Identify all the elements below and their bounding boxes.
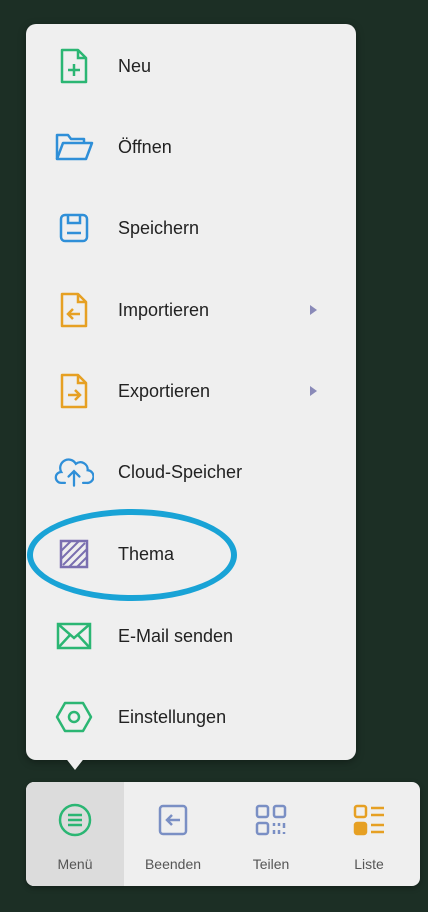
menu-item-cloud-storage[interactable]: Cloud-Speicher — [26, 437, 356, 507]
save-icon — [54, 208, 94, 248]
settings-icon — [54, 697, 94, 737]
menu-item-label: Öffnen — [118, 136, 172, 157]
menu-item-label: Cloud-Speicher — [118, 461, 243, 482]
main-menu-popup: Neu Öffnen Speichern Importieren Exporti… — [26, 24, 356, 760]
exit-icon — [155, 802, 191, 838]
menu-item-label: Importieren — [118, 299, 210, 320]
export-icon — [54, 371, 94, 411]
menu-item-label: Neu — [118, 55, 152, 76]
toolbar-label: Teilen — [252, 856, 290, 872]
qr-code-icon — [253, 802, 289, 838]
menu-pointer — [64, 756, 86, 770]
menu-item-import[interactable]: Importieren — [26, 275, 356, 345]
menu-item-label: E-Mail senden — [118, 625, 234, 646]
submenu-arrow-icon — [310, 305, 317, 315]
menu-item-new[interactable]: Neu — [26, 31, 356, 101]
menu-item-label: Thema — [118, 543, 175, 564]
folder-open-icon — [54, 127, 94, 167]
menu-item-settings[interactable]: Einstellungen — [26, 682, 356, 752]
theme-icon — [54, 534, 94, 574]
mail-icon — [54, 616, 94, 656]
toolbar-label: Beenden — [144, 856, 202, 872]
menu-item-export[interactable]: Exportieren — [26, 356, 356, 426]
list-icon — [351, 802, 387, 838]
toolbar-menu-button[interactable]: Menü — [26, 782, 124, 886]
toolbar-label: Liste — [354, 856, 384, 872]
import-icon — [54, 290, 94, 330]
menu-icon — [57, 802, 93, 838]
menu-item-open[interactable]: Öffnen — [26, 112, 356, 182]
submenu-arrow-icon — [310, 386, 317, 396]
menu-item-label: Einstellungen — [118, 706, 227, 727]
toolbar-list-button[interactable]: Liste — [320, 782, 418, 886]
menu-item-label: Speichern — [118, 217, 200, 238]
menu-item-save[interactable]: Speichern — [26, 193, 356, 263]
new-file-icon — [54, 46, 94, 86]
bottom-toolbar: Menü Beenden Teilen Liste — [26, 782, 420, 886]
menu-item-theme[interactable]: Thema — [26, 519, 356, 589]
toolbar-label: Menü — [57, 856, 93, 872]
menu-item-label: Exportieren — [118, 380, 211, 401]
cloud-upload-icon — [54, 452, 94, 492]
toolbar-share-button[interactable]: Teilen — [222, 782, 320, 886]
toolbar-exit-button[interactable]: Beenden — [124, 782, 222, 886]
menu-item-send-email[interactable]: E-Mail senden — [26, 601, 356, 671]
